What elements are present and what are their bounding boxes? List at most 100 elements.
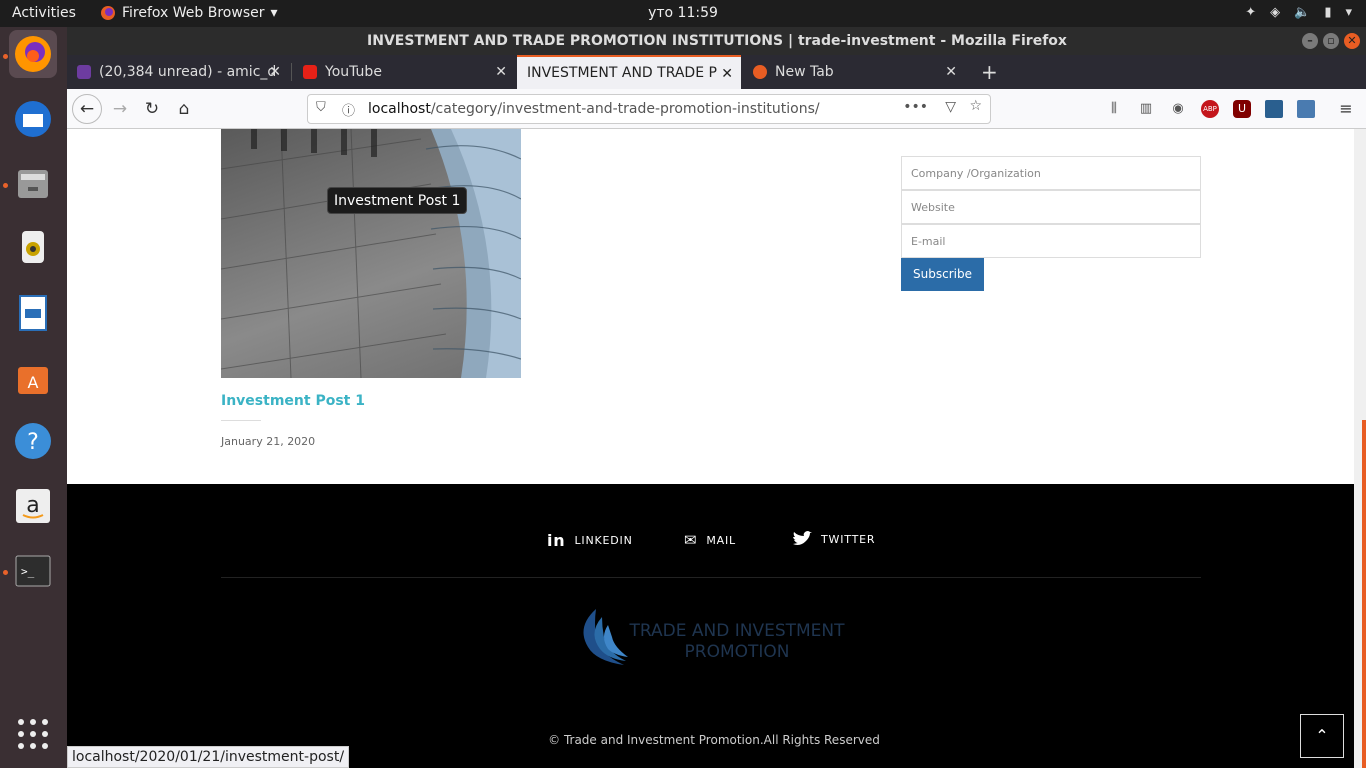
firefox-icon	[101, 6, 115, 20]
pocket-icon[interactable]: ▽	[945, 99, 956, 115]
email-field[interactable]: E-mail	[901, 224, 1201, 258]
thunderbird-launcher[interactable]	[9, 95, 57, 143]
tab-mail[interactable]: (20,384 unread) - amic_d ✕	[67, 55, 289, 89]
account-icon[interactable]: ◉	[1169, 100, 1187, 118]
show-applications-button[interactable]	[9, 710, 57, 758]
linkedin-icon: in	[547, 531, 566, 550]
home-button[interactable]: ⌂	[169, 94, 199, 124]
terminal-icon: >_	[15, 555, 51, 587]
svg-text:?: ?	[27, 430, 39, 455]
tab-label: YouTube	[325, 64, 382, 80]
twitter-link[interactable]: TWITTER	[792, 531, 875, 547]
sidebar-icon[interactable]: ▥	[1137, 100, 1155, 118]
help-icon: ?	[15, 423, 51, 459]
chevron-down-icon[interactable]: ▾	[1345, 5, 1352, 20]
clock[interactable]: уто 11:59	[648, 5, 718, 21]
amazon-launcher[interactable]: a	[9, 482, 57, 530]
company-field[interactable]: Company /Organization	[901, 156, 1201, 190]
ublock-icon[interactable]: U	[1233, 100, 1251, 118]
website-field[interactable]: Website	[901, 190, 1201, 224]
help-launcher[interactable]: ?	[9, 417, 57, 465]
system-tray[interactable]: ✦ ◈ 🔈 ▮ ▾	[1245, 5, 1352, 20]
app-menu[interactable]: Firefox Web Browser ▾	[100, 5, 278, 21]
shield-icon[interactable]: ⛉	[316, 100, 326, 115]
site-footer: in LINKEDIN ✉ MAIL TWITTER TRADE AND INV…	[67, 484, 1354, 768]
thunderbird-icon	[15, 101, 51, 137]
copyright-text: © Trade and Investment Promotion.All Rig…	[548, 733, 880, 747]
running-indicator	[3, 54, 8, 59]
rhythmbox-launcher[interactable]	[9, 223, 57, 271]
dropbox-icon[interactable]: ✦	[1245, 5, 1256, 20]
subscribe-button[interactable]: Subscribe	[901, 258, 984, 291]
dock: A ? a >_	[0, 27, 67, 768]
divider	[221, 420, 261, 421]
close-tab-icon[interactable]: ✕	[721, 66, 733, 82]
extension-icon[interactable]	[1297, 100, 1315, 118]
writer-launcher[interactable]	[9, 289, 57, 337]
post-image[interactable]	[221, 129, 521, 378]
plus-icon: +	[981, 60, 998, 84]
mail-favicon-icon	[77, 65, 91, 79]
home-icon: ⌂	[178, 99, 190, 119]
speaker-icon	[22, 231, 44, 263]
tab-label: INVESTMENT AND TRADE P	[527, 65, 717, 81]
tab-label: (20,384 unread) - amic_d	[99, 64, 277, 80]
tab-investment[interactable]: INVESTMENT AND TRADE P ✕	[517, 55, 741, 89]
software-launcher[interactable]: A	[9, 353, 57, 401]
window-titlebar[interactable]: INVESTMENT AND TRADE PROMOTION INSTITUTI…	[67, 27, 1366, 55]
youtube-favicon-icon	[303, 65, 317, 79]
post-title-link[interactable]: Investment Post 1	[221, 393, 365, 409]
new-tab-button[interactable]: +	[971, 55, 1005, 89]
volume-icon[interactable]: 🔈	[1294, 5, 1310, 20]
running-indicator	[3, 183, 8, 188]
system-top-bar: Activities Firefox Web Browser ▾ уто 11:…	[0, 0, 1366, 27]
page-content: Investment Post 1 Investment Post 1 Janu…	[67, 129, 1354, 484]
firefox-favicon-icon	[753, 65, 767, 79]
terminal-launcher[interactable]: >_	[9, 547, 57, 595]
files-launcher[interactable]	[9, 159, 57, 207]
building-illustration	[221, 129, 521, 378]
tab-label: New Tab	[775, 64, 834, 80]
hamburger-menu-icon[interactable]: ≡	[1337, 100, 1355, 118]
reload-icon: ↻	[144, 99, 160, 119]
close-tab-icon[interactable]: ✕	[945, 64, 957, 80]
extension-icon[interactable]	[1265, 100, 1283, 118]
adblock-icon[interactable]: ABP	[1201, 100, 1219, 118]
document-icon	[19, 295, 47, 331]
files-icon	[18, 170, 48, 198]
tab-separator	[291, 63, 292, 81]
chevron-up-icon: ⌃	[1315, 726, 1329, 745]
close-tab-icon[interactable]: ✕	[495, 64, 507, 80]
back-button[interactable]: ←	[72, 94, 102, 124]
tooltip: Investment Post 1	[327, 187, 468, 214]
footer-divider	[221, 577, 1201, 578]
minimize-button[interactable]: –	[1302, 33, 1318, 49]
info-icon[interactable]: ⓘ	[342, 100, 355, 119]
url-bar[interactable]: ⛉ ⓘ localhost/category/investment-and-tr…	[307, 94, 991, 124]
tab-new[interactable]: New Tab ✕	[743, 55, 965, 89]
mail-link[interactable]: ✉ MAIL	[684, 531, 736, 549]
linkedin-link[interactable]: in LINKEDIN	[547, 531, 633, 550]
wifi-icon[interactable]: ◈	[1270, 5, 1280, 20]
library-icon[interactable]: ⫼	[1105, 100, 1123, 118]
close-window-button[interactable]: ✕	[1344, 33, 1360, 49]
social-label: LINKEDIN	[574, 534, 633, 547]
tab-youtube[interactable]: YouTube ✕	[293, 55, 515, 89]
maximize-button[interactable]: ▫	[1323, 33, 1339, 49]
battery-icon[interactable]: ▮	[1324, 5, 1331, 20]
firefox-icon	[15, 36, 51, 72]
close-tab-icon[interactable]: ✕	[269, 64, 281, 80]
back-to-top-button[interactable]: ⌃	[1300, 714, 1344, 758]
reload-button[interactable]: ↻	[137, 94, 167, 124]
twitter-icon	[793, 531, 812, 545]
shopping-bag-icon: A	[18, 367, 48, 394]
running-indicator	[3, 570, 8, 575]
firefox-launcher[interactable]	[9, 30, 57, 78]
bookmark-star-icon[interactable]: ☆	[969, 98, 982, 114]
activities-button[interactable]: Activities	[12, 5, 76, 21]
forward-button[interactable]: →	[105, 94, 135, 124]
scrollbar-thumb[interactable]	[1362, 420, 1366, 768]
url-host: localhost	[368, 101, 431, 117]
url-text[interactable]: localhost/category/investment-and-trade-…	[368, 101, 820, 117]
page-actions-icon[interactable]: •••	[903, 99, 928, 115]
